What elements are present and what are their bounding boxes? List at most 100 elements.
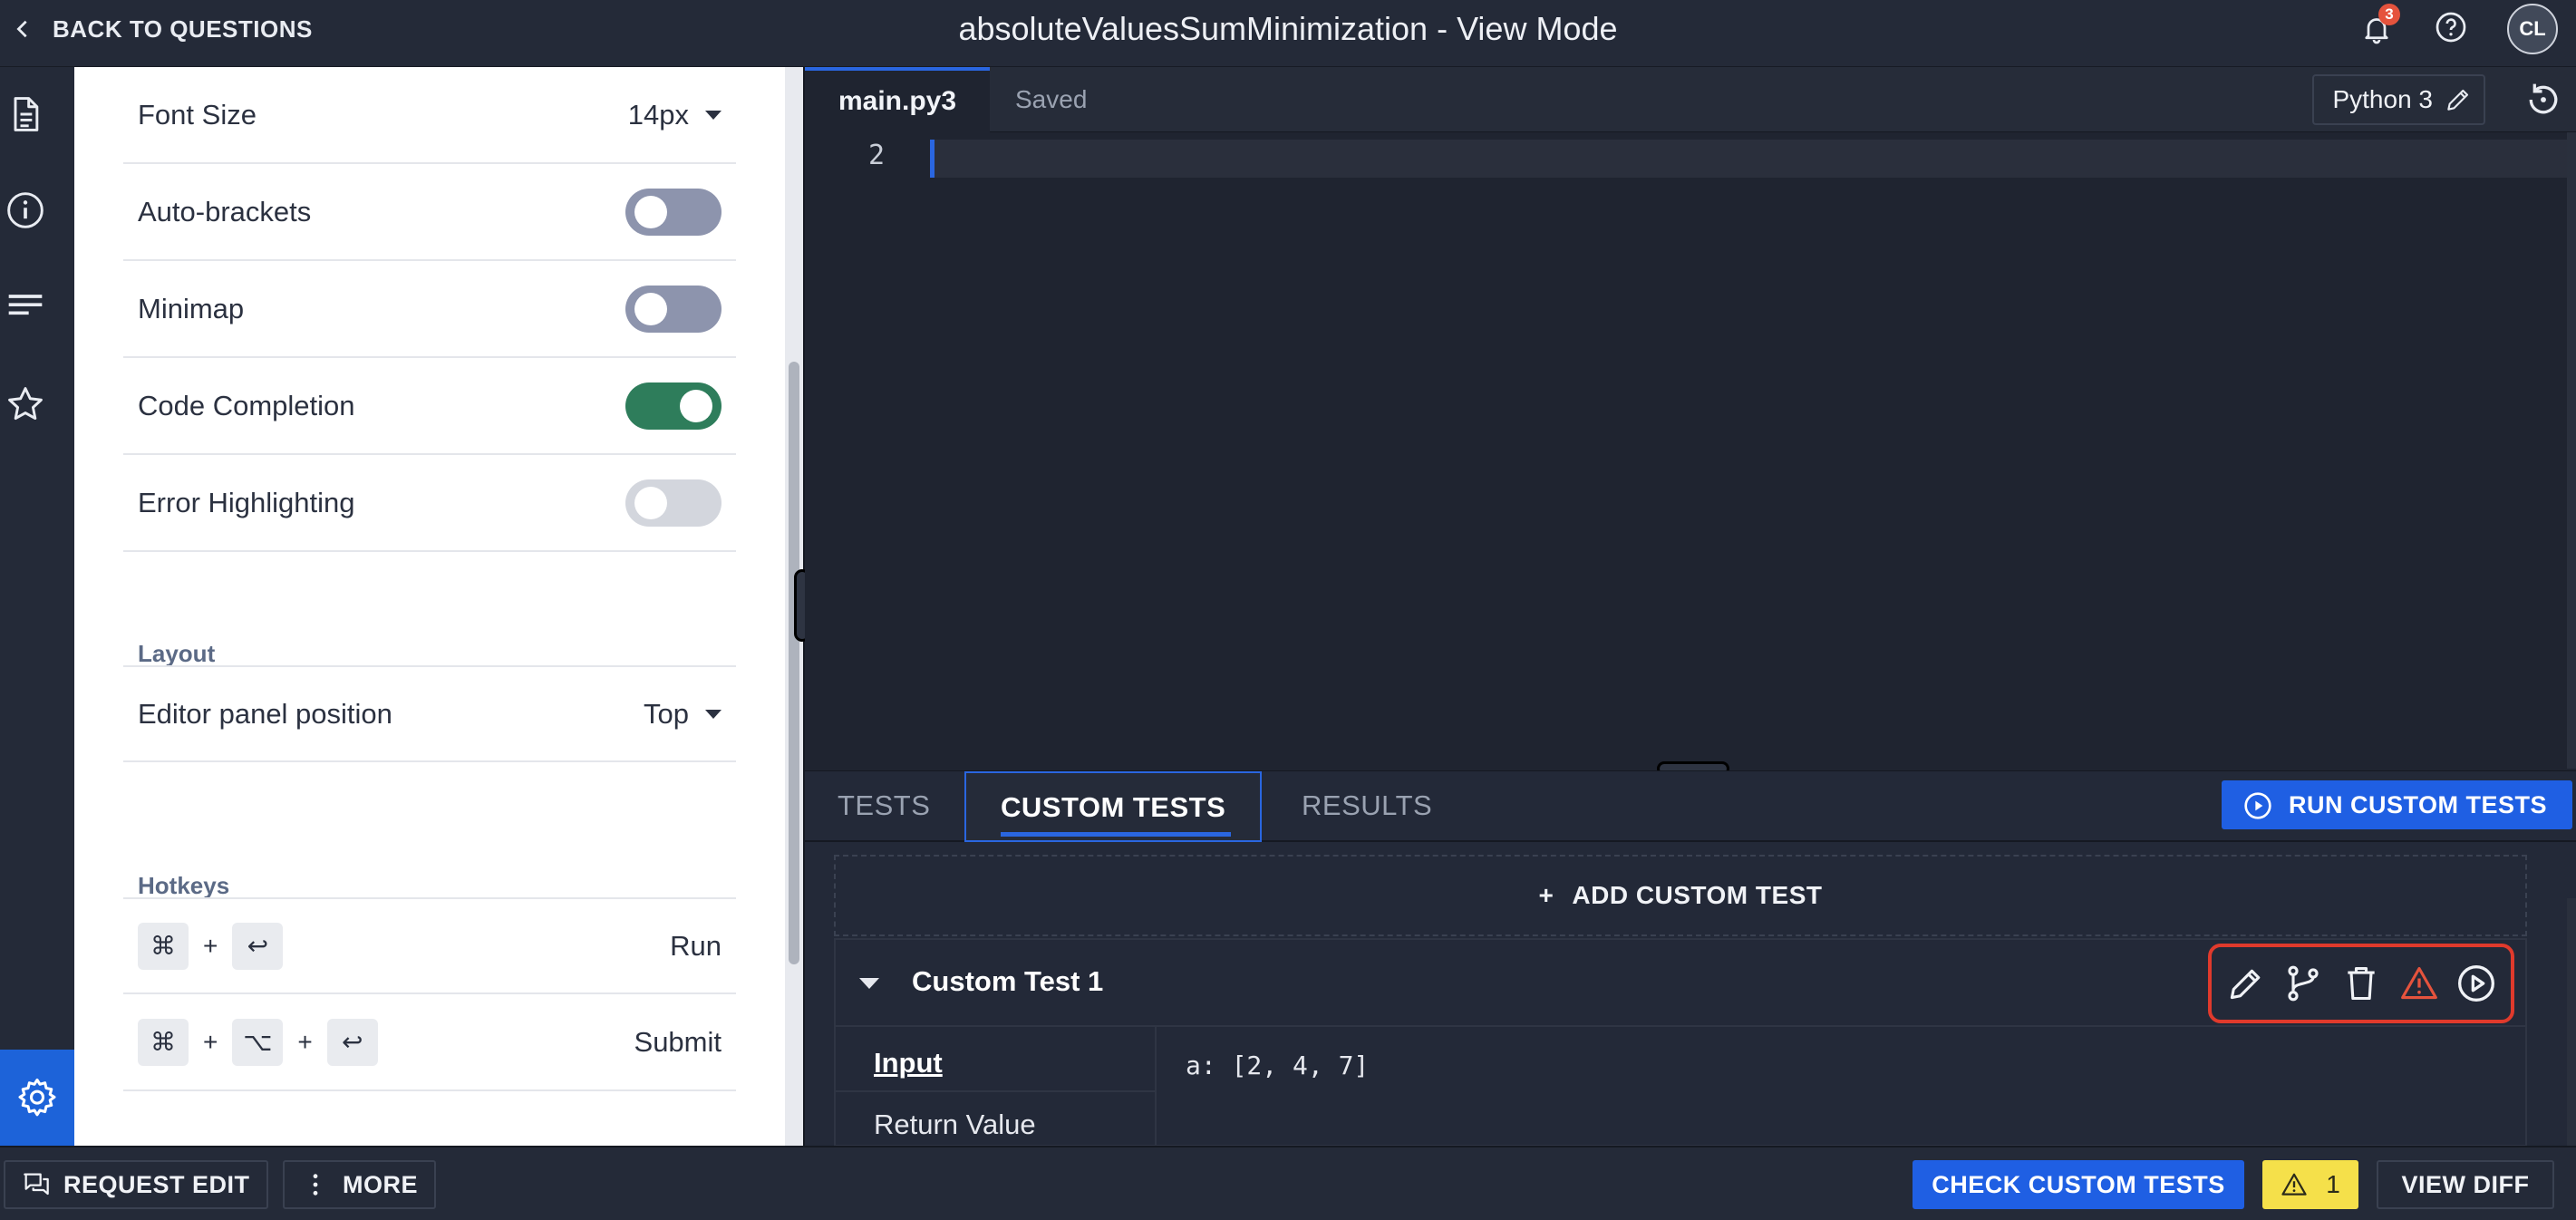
tab-custom-tests[interactable]: CUSTOM TESTS (964, 771, 1263, 842)
input-label[interactable]: Input (874, 1047, 943, 1080)
minimap-toggle[interactable] (625, 285, 721, 333)
editor-panel-dropdown[interactable]: Top (644, 698, 721, 731)
warning-count: 1 (2326, 1170, 2340, 1198)
command-key: ⌘ (138, 1018, 189, 1066)
edit-pencil-icon[interactable] (2226, 963, 2266, 1003)
run-custom-tests-button[interactable]: RUN CUSTOM TESTS (2221, 780, 2572, 829)
plus-sign: + (203, 931, 218, 960)
test-actions-toolbar (2208, 944, 2514, 1023)
hotkey-run-row: ⌘ + ↩ Run (123, 897, 736, 994)
rail-description-button[interactable] (0, 89, 51, 140)
font-size-dropdown[interactable]: 14px (628, 99, 721, 131)
saved-status: Saved (1015, 85, 1088, 113)
warnings-button[interactable]: 1 (2262, 1160, 2358, 1209)
return-value-label: Return Value (874, 1109, 1036, 1140)
option-key: ⌥ (232, 1018, 284, 1066)
collapse-triangle-icon[interactable] (859, 978, 879, 989)
run-custom-tests-label: RUN CUSTOM TESTS (2288, 790, 2547, 818)
settings-panel: Font Size 14px Auto-brackets Minimap Cod… (74, 67, 785, 1146)
error-highlighting-label: Error Highlighting (138, 486, 355, 518)
editor-tab-bar: main.py3 Saved Python 3 (805, 67, 2576, 132)
language-selector[interactable]: Python 3 (2312, 74, 2485, 125)
rail-settings-button[interactable] (0, 1050, 74, 1146)
return-key: ↩ (326, 1018, 378, 1066)
top-bar: BACK TO QUESTIONS absoluteValuesSumMinim… (0, 0, 2576, 67)
info-icon (7, 192, 44, 228)
input-value[interactable]: a: [2, 4, 7] (1186, 1051, 1369, 1080)
add-custom-test-button[interactable]: + ADD CUSTOM TEST (834, 855, 2527, 936)
add-custom-test-label: ADD CUSTOM TEST (1572, 881, 1823, 909)
hotkey-submit-action: Submit (634, 1025, 721, 1058)
lines-icon (8, 295, 43, 315)
caret-down-icon (705, 709, 721, 719)
bottom-bar: REQUEST EDIT MORE CHECK CUSTOM TESTS 1 V… (0, 1146, 2576, 1220)
tab-custom-tests-label: CUSTOM TESTS (1001, 791, 1226, 823)
hotkey-run-action: Run (670, 929, 721, 962)
code-editor[interactable]: main.py3 Saved Python 3 2 (805, 67, 2576, 769)
error-highlighting-toggle[interactable] (625, 479, 721, 527)
tests-panel: TESTS CUSTOM TESTS RESULTS RUN CUSTOM TE… (805, 770, 2576, 1148)
help-icon (2436, 12, 2466, 42)
tests-scrollbar[interactable] (2567, 898, 2576, 1147)
current-line-highlight (930, 140, 2576, 178)
font-size-row: Font Size 14px (123, 67, 736, 164)
scrollbar-thumb[interactable] (789, 362, 799, 964)
toggle-knob (634, 486, 667, 519)
toggle-knob (680, 389, 712, 422)
warning-icon[interactable] (2399, 963, 2439, 1003)
editor-panel-label: Editor panel position (138, 697, 392, 730)
line-number: 2 (868, 140, 886, 171)
tab-results[interactable]: RESULTS (1302, 771, 1432, 842)
active-tab-underline (1001, 832, 1232, 837)
editor-scrollbar[interactable] (2567, 132, 2576, 769)
help-button[interactable] (2435, 11, 2467, 48)
notifications-button[interactable]: 3 (2358, 4, 2400, 47)
comments-icon (24, 1173, 49, 1196)
hotkey-run-keys: ⌘ + ↩ (138, 922, 284, 970)
plus-icon: + (1538, 881, 1554, 909)
code-completion-toggle[interactable] (625, 382, 721, 430)
hotkey-submit-keys: ⌘ + ⌥ + ↩ (138, 1018, 378, 1066)
tests-tab-bar: TESTS CUSTOM TESTS RESULTS RUN CUSTOM TE… (805, 771, 2576, 842)
error-highlighting-row: Error Highlighting (123, 455, 736, 552)
warning-icon (2281, 1173, 2307, 1196)
hotkey-submit-row: ⌘ + ⌥ + ↩ Submit (123, 994, 736, 1091)
check-custom-tests-button[interactable]: CHECK CUSTOM TESTS (1913, 1160, 2244, 1209)
font-size-value: 14px (627, 98, 689, 131)
more-vertical-icon (313, 1174, 318, 1196)
return-key: ↩ (232, 922, 284, 970)
label-separator (836, 1090, 1155, 1092)
code-completion-row: Code Completion (123, 358, 736, 455)
rail-list-button[interactable] (0, 281, 51, 332)
pencil-icon[interactable] (2444, 85, 2473, 114)
left-icon-rail (0, 67, 74, 1146)
tab-tests[interactable]: TESTS (838, 771, 930, 842)
more-button[interactable]: MORE (283, 1160, 436, 1209)
chevron-left-icon (16, 20, 27, 38)
run-test-icon[interactable] (2456, 963, 2496, 1003)
minimap-label: Minimap (138, 292, 245, 324)
caret-down-icon (705, 110, 721, 120)
toggle-knob (634, 195, 667, 228)
editor-panel-value: Top (644, 697, 689, 730)
trash-icon[interactable] (2341, 963, 2381, 1003)
user-avatar[interactable]: CL (2507, 4, 2558, 54)
back-label: BACK TO QUESTIONS (53, 15, 313, 43)
auto-brackets-toggle[interactable] (625, 188, 721, 236)
rail-favorite-button[interactable] (0, 379, 51, 430)
file-tab-main[interactable]: main.py3 (805, 67, 990, 132)
request-edit-button[interactable]: REQUEST EDIT (4, 1160, 268, 1209)
custom-test-header[interactable]: Custom Test 1 (836, 940, 2525, 1027)
more-label: MORE (343, 1170, 418, 1198)
rail-info-button[interactable] (0, 185, 51, 236)
back-to-questions-button[interactable]: BACK TO QUESTIONS (13, 0, 313, 58)
layout-heading: Layout (138, 640, 216, 667)
notification-badge: 3 (2378, 4, 2400, 25)
plus-sign: + (297, 1027, 313, 1056)
text-cursor (930, 140, 935, 178)
reset-code-icon[interactable] (2523, 80, 2563, 120)
branch-icon[interactable] (2283, 963, 2323, 1003)
view-diff-button[interactable]: VIEW DIFF (2377, 1160, 2554, 1209)
document-icon (14, 97, 39, 131)
custom-test-card: Custom Test 1 Input Return Value a: [2, … (834, 938, 2527, 1148)
